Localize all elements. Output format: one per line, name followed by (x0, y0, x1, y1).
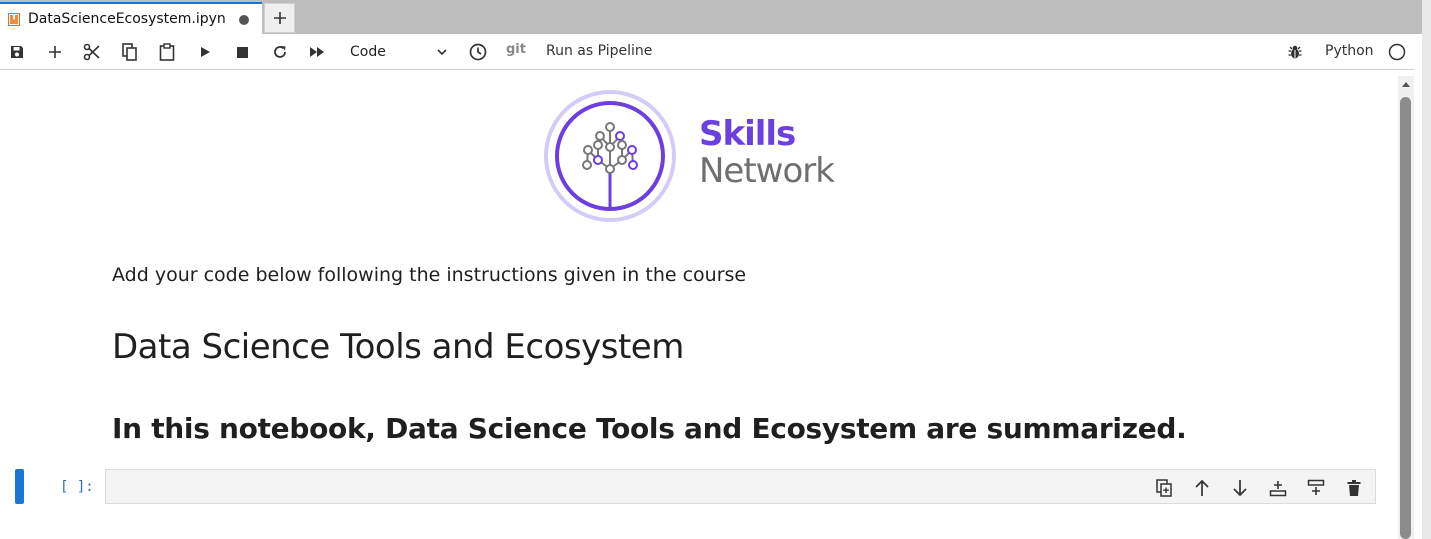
tab-title: DataScienceEcosystem.ipyn (28, 11, 226, 27)
code-cell-editor[interactable] (105, 469, 1376, 504)
unsaved-dot-icon[interactable] (239, 15, 249, 25)
cut-icon[interactable] (81, 41, 103, 63)
notebook-subtitle: In this notebook, Data Science Tools and… (112, 412, 1187, 445)
run-pipeline-button[interactable]: Run as Pipeline (546, 43, 652, 59)
logo-text-skills: Skills (699, 114, 796, 154)
run-icon[interactable] (194, 41, 216, 63)
cell-type-label: Code (350, 44, 386, 60)
active-cell-indicator[interactable] (15, 469, 24, 504)
insert-above-icon[interactable] (1267, 477, 1289, 499)
notebook-title: Data Science Tools and Ecosystem (112, 327, 684, 367)
scrollbar-thumb[interactable] (1400, 97, 1411, 539)
debug-icon[interactable] (1284, 41, 1306, 63)
stop-icon[interactable] (231, 41, 253, 63)
delete-cell-icon[interactable] (1343, 477, 1365, 499)
logo-text-network: Network (699, 151, 835, 191)
move-up-icon[interactable] (1191, 477, 1213, 499)
tab-bar: DataScienceEcosystem.ipyn (0, 0, 1431, 34)
save-icon[interactable] (6, 41, 28, 63)
git-button[interactable]: git (506, 42, 526, 57)
notebook-icon (8, 12, 20, 26)
history-icon[interactable] (467, 41, 489, 63)
notebook-toolbar: Code git Run as Pipeline Python (0, 34, 1414, 70)
cell-toolbar (1153, 477, 1365, 499)
restart-icon[interactable] (269, 41, 291, 63)
paste-icon[interactable] (156, 41, 178, 63)
skills-network-logo-mark (544, 90, 676, 222)
insert-below-icon[interactable] (1305, 477, 1327, 499)
copy-icon[interactable] (119, 41, 141, 63)
instruction-text: Add your code below following the instru… (112, 264, 747, 286)
right-panel-edge (1422, 0, 1431, 539)
kernel-status-icon (1386, 41, 1408, 63)
chevron-down-icon (436, 46, 448, 58)
duplicate-cell-icon[interactable] (1153, 477, 1175, 499)
run-all-icon[interactable] (306, 41, 328, 63)
scroll-up-arrow-icon[interactable] (1399, 78, 1413, 90)
cell-prompt: [ ]: (60, 479, 94, 495)
add-cell-icon[interactable] (44, 41, 66, 63)
cell-type-dropdown[interactable]: Code (344, 41, 452, 63)
plus-icon (273, 11, 287, 25)
move-down-icon[interactable] (1229, 477, 1251, 499)
kernel-name[interactable]: Python (1325, 43, 1374, 59)
skills-network-logo: Skills Network (543, 89, 853, 223)
new-tab-button[interactable] (264, 3, 295, 33)
notebook-tab[interactable]: DataScienceEcosystem.ipyn (0, 2, 262, 34)
